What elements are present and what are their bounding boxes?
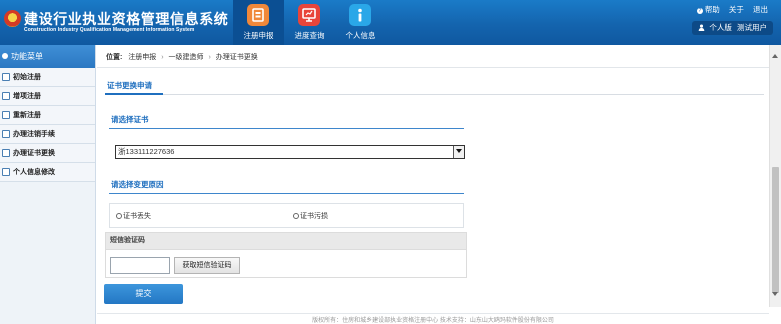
nav-registration[interactable]: 注册申报 [233,0,284,45]
breadcrumb-item[interactable]: 注册申报 [128,54,156,61]
main-content: 位置: 注册申报 › 一级建造师 › 办理证书更换 证书更换申请 请选择证书 浙… [97,45,769,324]
help-icon: ? [696,8,703,14]
reason-options: 证书丢失 证书污损 [109,203,464,228]
registration-icon [247,4,269,26]
radio-circle-icon[interactable] [116,213,122,219]
help-link[interactable]: ? 帮助 [696,5,720,14]
menu-bullet-icon [2,53,8,59]
document-icon [2,73,10,81]
app-subtitle: Construction Industry Qualification Mana… [24,27,195,33]
sidebar: 功能菜单 初始注册 增项注册 重新注册 办理注销手续 办理证书更换 个人信息修改 [0,45,96,324]
nav-personal-info-label: 个人信息 [345,31,376,40]
sidebar-item-initial-registration[interactable]: 初始注册 [0,68,95,87]
divider [109,193,464,194]
sidebar-item-certificate-replacement[interactable]: 办理证书更换 [0,144,95,163]
sidebar-item-label: 办理注销手续 [13,131,55,138]
certificate-section-title: 请选择证书 [111,115,149,124]
nav-progress-query[interactable]: 进度查询 [284,0,335,45]
top-links: ? 帮助 关于 退出 [690,4,768,15]
sidebar-item-label: 重新注册 [13,112,41,119]
sidebar-heading-label: 功能菜单 [11,52,43,61]
about-link[interactable]: 关于 [729,5,744,14]
breadcrumb-label: 位置: [106,54,123,61]
reason-radio-label: 证书污损 [300,213,328,220]
sms-code-row: 获取短信验证码 [105,250,467,278]
sidebar-item-label: 办理证书更换 [13,150,55,157]
sidebar-heading: 功能菜单 [0,45,95,68]
user-name: 测试用户 [737,23,767,32]
divider [105,93,764,95]
personal-info-icon [349,4,371,26]
submit-button[interactable]: 提交 [104,284,183,304]
scroll-down-icon[interactable] [772,292,778,296]
document-icon [2,92,10,100]
breadcrumb-separator: › [208,54,211,61]
sidebar-item-personal-info-edit[interactable]: 个人信息修改 [0,163,95,182]
national-emblem-icon [4,10,21,27]
reason-section-title: 请选择变更原因 [111,180,164,189]
sidebar-item-label: 增项注册 [13,93,41,100]
sidebar-item-label: 个人信息修改 [13,169,55,176]
document-icon [2,149,10,157]
sidebar-item-cancellation[interactable]: 办理注销手续 [0,125,95,144]
page-title: 证书更换申请 [107,81,152,90]
user-icon [699,24,705,31]
nav-personal-info[interactable]: 个人信息 [335,0,386,45]
breadcrumb: 位置: 注册申报 › 一级建造师 › 办理证书更换 [106,52,258,62]
breadcrumb-separator: › [161,54,164,61]
sms-code-label: 短信验证码 [105,232,467,250]
nav-progress-query-label: 进度查询 [294,31,325,40]
divider [97,313,769,314]
reason-radio-lost[interactable]: 证书丢失 [116,211,151,221]
progress-query-icon [298,4,320,26]
edit-icon [2,111,10,119]
vertical-scrollbar[interactable] [769,45,781,307]
divider [97,67,769,68]
reason-radio-label: 证书丢失 [123,213,151,220]
help-label: 帮助 [704,5,720,14]
app-title: 建设行业执业资格管理信息系统 [24,11,229,27]
scroll-up-icon[interactable] [772,54,778,58]
breadcrumb-item: 办理证书更换 [215,54,258,61]
document-icon [2,168,10,176]
sidebar-item-additional-registration[interactable]: 增项注册 [0,87,95,106]
sms-code-input[interactable] [110,257,170,274]
divider [109,128,464,129]
logout-link[interactable]: 退出 [753,5,768,14]
divider-accent [105,93,163,95]
radio-circle-icon[interactable] [293,213,299,219]
app-header: 建设行业执业资格管理信息系统 Construction Industry Qua… [0,0,781,45]
document-icon [2,130,10,138]
reason-radio-damaged[interactable]: 证书污损 [293,211,328,221]
certificate-select[interactable]: 浙133111227636 [115,145,465,159]
footer-text: 版权所有：住房和城乡建设部执业资格注册中心 技术支持：山东山大鸥玛软件股份有限公… [312,318,554,324]
breadcrumb-item[interactable]: 一级建造师 [169,54,204,61]
scrollbar-thumb[interactable] [772,167,779,293]
get-sms-code-button[interactable]: 获取短信验证码 [174,257,240,274]
chevron-down-icon[interactable] [453,146,464,158]
sidebar-item-label: 初始注册 [13,74,41,81]
user-edition: 个人版 [709,23,732,32]
nav-registration-label: 注册申报 [243,31,274,40]
user-badge[interactable]: 个人版 测试用户 [692,21,773,35]
certificate-select-value: 浙133111227636 [118,147,175,156]
sidebar-item-re-registration[interactable]: 重新注册 [0,106,95,125]
